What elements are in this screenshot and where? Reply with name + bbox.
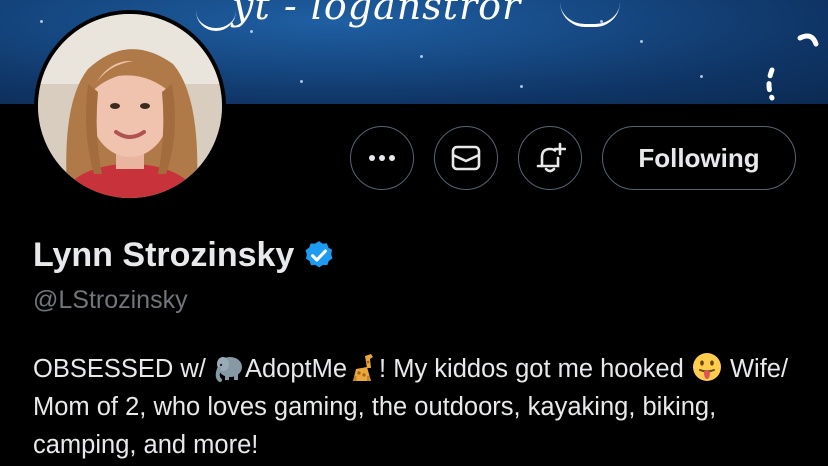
giraffe-emoji	[353, 354, 374, 381]
envelope-icon	[451, 145, 481, 171]
verified-badge-icon[interactable]	[302, 239, 336, 273]
bio-text-3: ! My kiddos got me hooked	[379, 355, 691, 383]
banner-swirl-right	[560, 2, 620, 27]
display-name: Lynn Strozinsky	[33, 236, 295, 274]
following-button[interactable]: Following	[602, 126, 796, 190]
banner-text: yt - loganstror	[232, 0, 522, 28]
banner-swirl-left	[196, 8, 236, 31]
profile-bio: OBSESSED w/ AdoptMe ! My kiddos got me ho…	[33, 350, 813, 464]
profile-avatar[interactable]	[34, 10, 226, 202]
profile-name-row: Lynn Strozinsky	[33, 236, 336, 275]
more-button[interactable]	[350, 126, 414, 190]
more-dots-icon	[369, 155, 395, 161]
bio-text-2: AdoptMe	[244, 355, 348, 383]
bio-text-1: OBSESSED w/	[33, 355, 213, 383]
message-button[interactable]	[434, 126, 498, 190]
profile-photo	[38, 14, 222, 198]
notifications-button[interactable]	[518, 126, 582, 190]
banner-decoration	[766, 33, 819, 101]
profile-handle: @LStrozinsky	[33, 286, 188, 314]
tongue-face-emoji	[692, 353, 721, 381]
elephant-emoji	[215, 357, 242, 382]
bell-plus-icon	[536, 142, 566, 173]
